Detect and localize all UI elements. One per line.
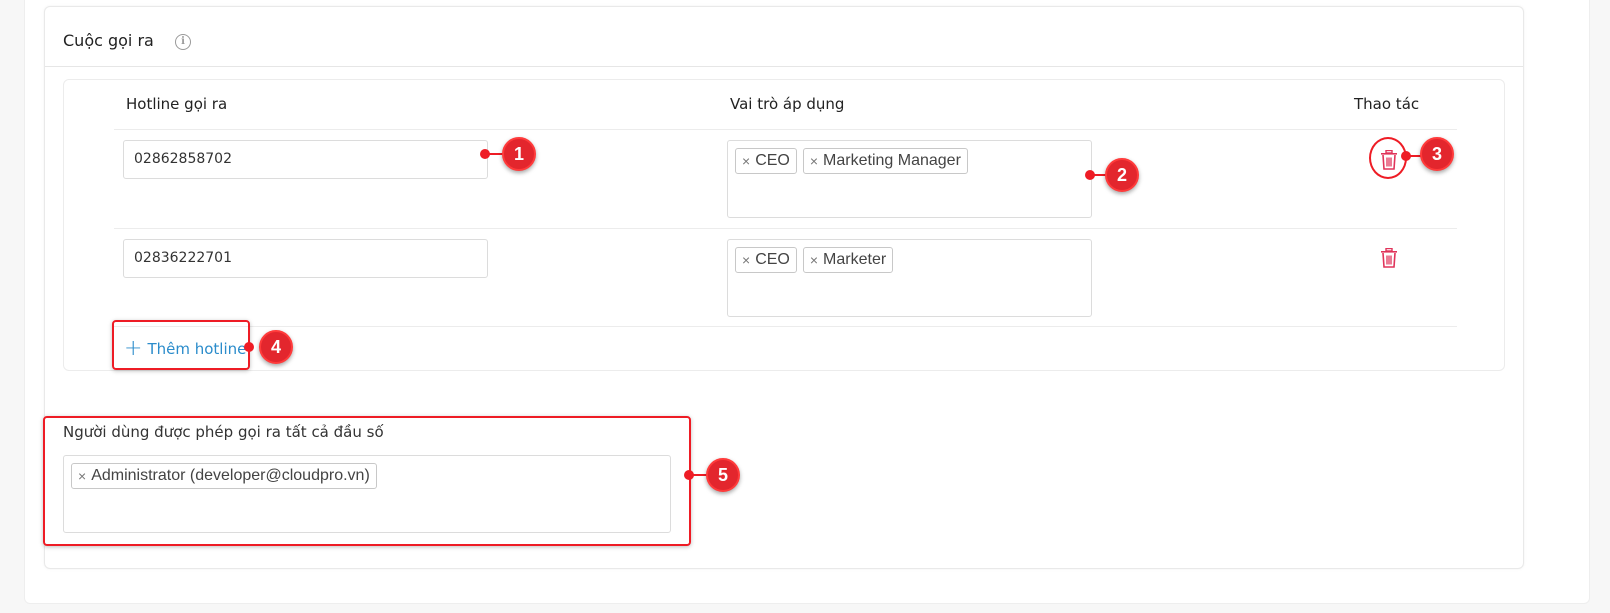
divider [114, 228, 1457, 229]
role-tag: × CEO [735, 247, 797, 273]
hotline-input[interactable]: 02836222701 [123, 239, 488, 278]
roles-select[interactable]: × CEO × Marketing Manager [727, 140, 1092, 218]
info-icon[interactable]: i [175, 34, 191, 50]
hotline-table: Hotline gọi ra Vai trò áp dụng Thao tác … [63, 79, 1505, 371]
header-hotline: Hotline gọi ra [126, 95, 228, 113]
remove-tag-icon[interactable]: × [810, 252, 818, 268]
annotation-badge: 1 [502, 137, 536, 171]
divider [114, 129, 1457, 130]
annotation-badge: 4 [259, 330, 293, 364]
annotation-box [112, 320, 250, 370]
annotation-badge: 2 [1105, 158, 1139, 192]
role-tag: × CEO [735, 148, 797, 174]
roles-select[interactable]: × CEO × Marketer [727, 239, 1092, 317]
header-actions: Thao tác [1354, 95, 1420, 113]
section-title: Cuộc gọi ra [63, 31, 154, 50]
annotation-badge: 5 [706, 458, 740, 492]
annotation-badge: 3 [1420, 137, 1454, 171]
remove-tag-icon[interactable]: × [810, 153, 818, 169]
annotation-box [43, 416, 691, 546]
remove-tag-icon[interactable]: × [742, 153, 750, 169]
header-roles: Vai trò áp dụng [730, 95, 845, 113]
role-tag: × Marketer [802, 247, 894, 273]
hotline-input[interactable]: 02862858702 [123, 140, 488, 179]
remove-tag-icon[interactable]: × [742, 252, 750, 268]
role-tag: × Marketing Manager [802, 148, 968, 174]
divider [114, 326, 1457, 327]
section-header: Cuộc gọi ra i [45, 7, 1523, 67]
annotation-dot [244, 342, 254, 352]
trash-icon[interactable] [1380, 248, 1398, 268]
